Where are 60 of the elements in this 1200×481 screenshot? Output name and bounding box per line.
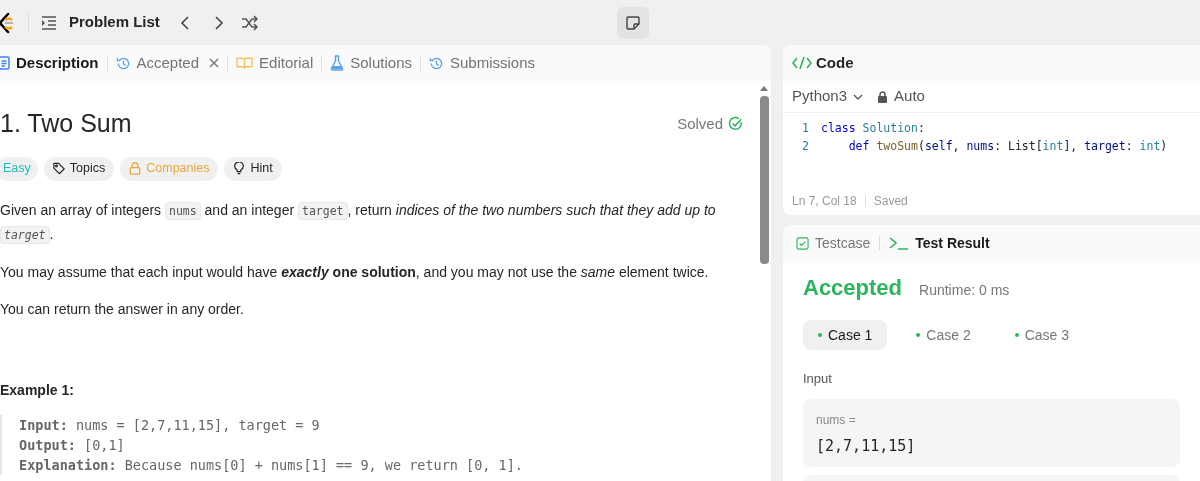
- example-title: Example 1:: [0, 380, 75, 400]
- scroll-up-icon[interactable]: [759, 85, 769, 92]
- note-icon: [625, 15, 640, 30]
- cursor-position: Ln 7, Col 18: [792, 193, 857, 210]
- language-dropdown[interactable]: Python3: [792, 85, 864, 108]
- lightbulb-icon: [233, 162, 246, 175]
- mode-label[interactable]: Auto: [894, 85, 925, 108]
- scrollbar-thumb[interactable]: [759, 96, 769, 264]
- tag-chip[interactable]: Topics: [43, 156, 115, 181]
- history-icon: [429, 55, 444, 71]
- history-icon: [115, 55, 131, 71]
- tag-icon: [52, 162, 65, 175]
- check-circle-icon: [728, 116, 743, 132]
- list-icon[interactable]: [41, 15, 57, 30]
- close-icon[interactable]: [209, 58, 220, 68]
- param-name: nums =: [816, 411, 857, 429]
- terminal-icon: [889, 236, 910, 250]
- next-icon[interactable]: [213, 14, 224, 31]
- tab[interactable]: Accepted: [115, 51, 200, 75]
- tab[interactable]: Submissions: [429, 51, 536, 75]
- logo-icon[interactable]: [0, 11, 16, 34]
- code-line: def twoSum(self, nums: List[int], target: int): [847, 138, 1168, 155]
- code-icon: [792, 56, 812, 70]
- lock-icon: [877, 90, 889, 103]
- save-status: Saved: [873, 193, 908, 210]
- runtime-text: Runtime: 0 ms: [919, 281, 1010, 300]
- checkbox-icon: [796, 236, 809, 250]
- tab[interactable]: Solutions: [330, 51, 412, 75]
- shuffle-icon[interactable]: [240, 14, 259, 31]
- book-icon: [236, 56, 254, 70]
- description-paragraph: You may assume that each input would have exactly one solution, and you may not use the same element twice.: [0, 262, 710, 282]
- tab[interactable]: Editorial: [236, 51, 314, 75]
- line-number: 1: [801, 120, 809, 137]
- notes-button[interactable]: [616, 6, 649, 39]
- description-paragraph: You can return the answer in any order.: [0, 299, 245, 319]
- problem-list-link[interactable]: Problem List: [69, 11, 160, 34]
- case-tab[interactable]: Case 3: [999, 320, 1085, 350]
- line-number: 2: [801, 138, 809, 155]
- input-label: Input: [803, 370, 833, 388]
- tab[interactable]: Testcase: [796, 232, 871, 254]
- code-tab[interactable]: Code: [816, 51, 854, 75]
- param-value: [2,7,11,15]: [816, 435, 917, 457]
- code-line: class Solution:: [821, 120, 925, 137]
- tab[interactable]: Description: [0, 51, 99, 75]
- example-line: Explanation: Because nums[0] + nums[1] == 9, we return [0, 1].: [19, 455, 524, 475]
- case-tab[interactable]: Case 1: [803, 320, 888, 350]
- tab[interactable]: Test Result: [889, 232, 990, 254]
- chevron-down-icon: [853, 93, 864, 100]
- lock-icon: [129, 162, 142, 175]
- previous-icon[interactable]: [179, 14, 190, 31]
- tag-chip[interactable]: Hint: [224, 156, 282, 181]
- example-line: Input: nums = [2,7,11,15], target = 9: [19, 415, 321, 435]
- case-tab[interactable]: Case 2: [901, 320, 986, 350]
- verdict-text: Accepted: [803, 274, 903, 302]
- solved-status: Solved: [677, 113, 723, 134]
- flask-icon: [330, 55, 345, 71]
- document-icon: [0, 56, 10, 70]
- description-paragraph: Given an array of integers nums and an integer target , return indices of the two numbers such that they add up to target .: [0, 200, 717, 246]
- problem-title: 1. Two Sum: [0, 108, 132, 139]
- example-line: Output: [0,1]: [19, 435, 126, 455]
